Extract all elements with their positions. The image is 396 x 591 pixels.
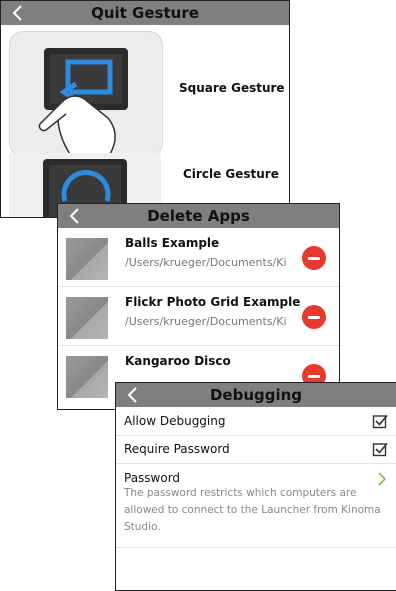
delete-apps-header: Delete Apps — [58, 204, 339, 228]
delete-apps-screen: Delete Apps Balls Example /Users/krueger… — [57, 203, 340, 410]
square-gesture-card[interactable] — [9, 31, 163, 157]
setting-password[interactable]: Password The password restricts which co… — [116, 463, 396, 548]
back-icon[interactable] — [66, 207, 84, 225]
setting-label: Password — [124, 471, 181, 485]
quit-gesture-header: Quit Gesture — [1, 1, 289, 25]
app-thumbnail — [66, 356, 108, 398]
delete-button[interactable] — [302, 246, 326, 270]
list-item: Balls Example /Users/krueger/Documents/K… — [58, 228, 339, 287]
back-icon[interactable] — [124, 386, 142, 404]
setting-description: The password restricts which computers a… — [124, 487, 381, 533]
checkbox-checked-icon[interactable] — [372, 413, 388, 429]
setting-label: Allow Debugging — [124, 414, 226, 428]
app-name: Balls Example — [125, 236, 220, 250]
app-thumbnail — [66, 238, 108, 280]
page-title: Delete Apps — [147, 207, 250, 225]
gesture-option-label: Square Gesture — [179, 81, 285, 95]
app-name: Kangaroo Disco — [125, 354, 231, 368]
debugging-header: Debugging — [116, 383, 396, 407]
app-path: /Users/krueger/Documents/Ki — [125, 315, 287, 328]
back-icon[interactable] — [9, 4, 27, 22]
quit-gesture-screen: Quit Gesture Square Gesture Circle Gestu… — [0, 0, 290, 218]
gesture-option-label: Circle Gesture — [183, 167, 279, 181]
list-item: Flickr Photo Grid Example /Users/krueger… — [58, 287, 339, 346]
page-title: Quit Gesture — [91, 4, 199, 22]
setting-require-password[interactable]: Require Password — [116, 435, 396, 464]
debugging-screen: Debugging Allow Debugging Require Passwo… — [115, 382, 396, 591]
app-name: Flickr Photo Grid Example — [125, 295, 301, 309]
app-path: /Users/krueger/Documents/Ki — [125, 256, 287, 269]
page-title: Debugging — [209, 386, 303, 404]
setting-allow-debugging[interactable]: Allow Debugging — [116, 407, 396, 436]
delete-button[interactable] — [302, 305, 326, 329]
setting-label: Require Password — [124, 442, 230, 456]
checkbox-checked-icon[interactable] — [372, 441, 388, 457]
square-gesture-icon — [38, 48, 128, 155]
app-thumbnail — [66, 297, 108, 339]
gesture-option-square[interactable]: Square Gesture — [1, 25, 289, 157]
